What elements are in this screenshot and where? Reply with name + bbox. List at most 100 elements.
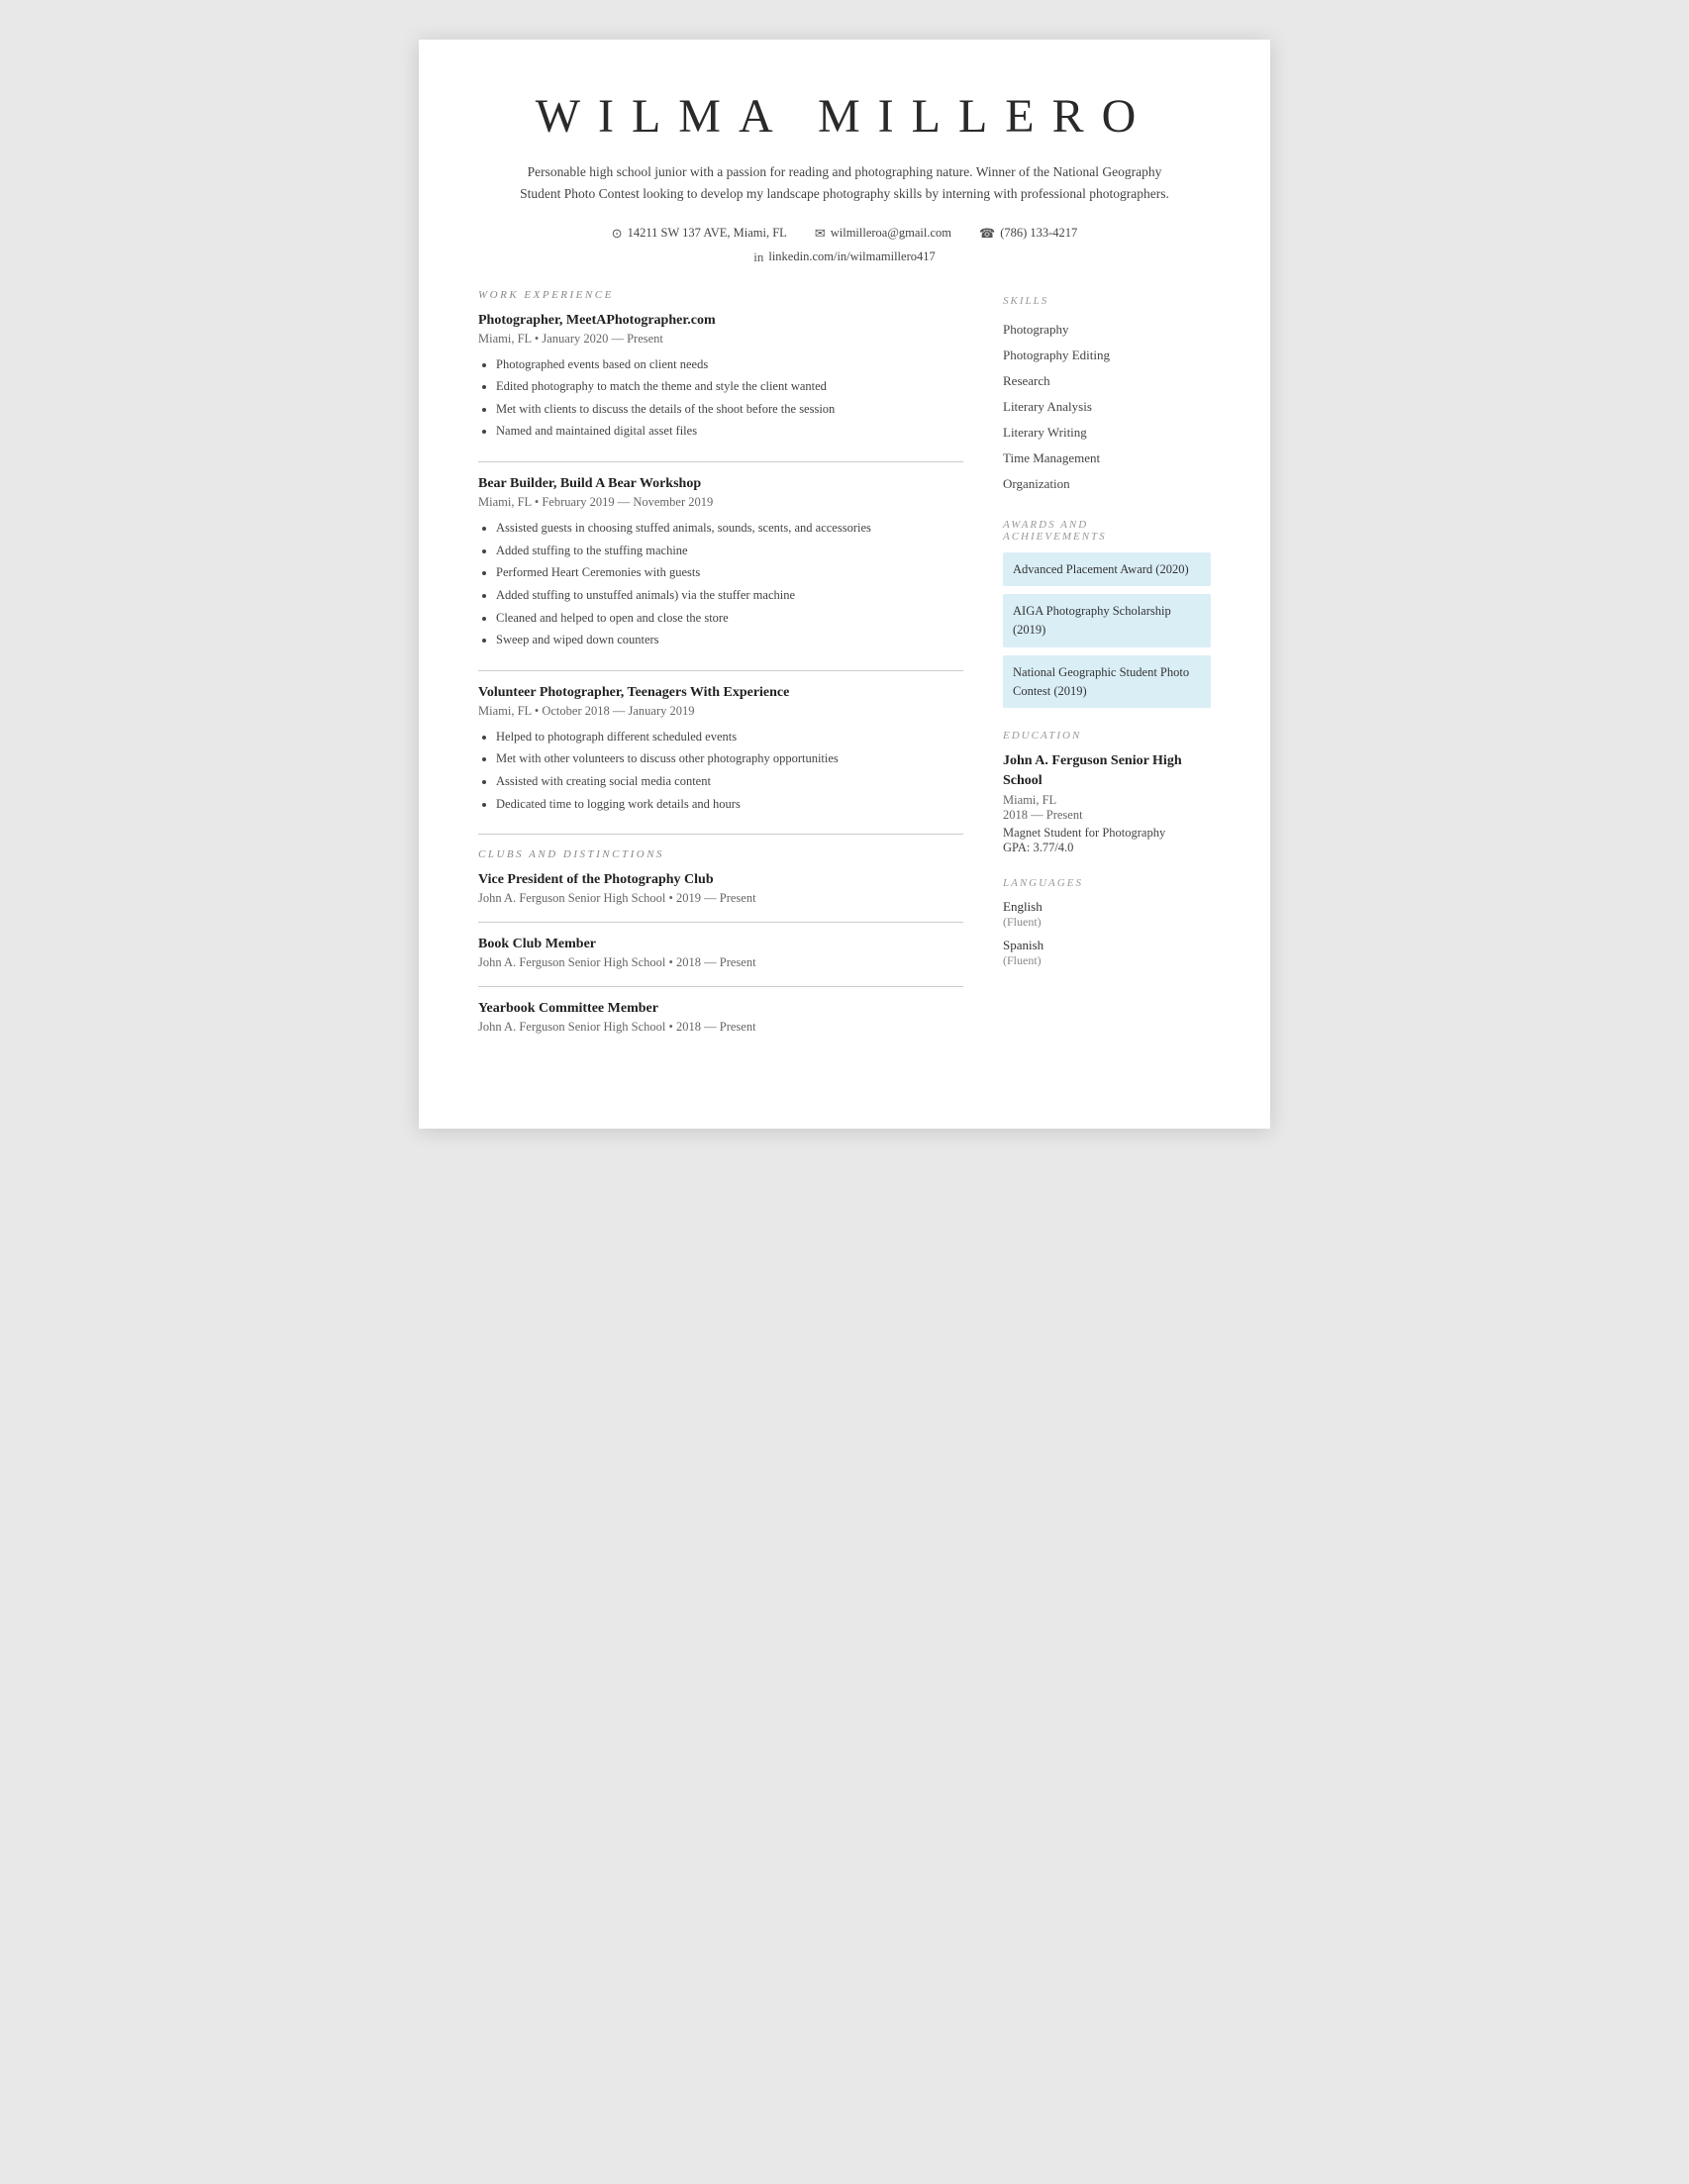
list-item: Helped to photograph different scheduled… — [496, 727, 963, 747]
languages-section: LANGUAGES English (Fluent) Spanish (Flue… — [1003, 877, 1211, 968]
club-3-title: Yearbook Committee Member — [478, 1001, 963, 1017]
award-badge-1: Advanced Placement Award (2020) — [1003, 552, 1211, 587]
school-location: Miami, FL — [1003, 793, 1211, 808]
language-1-name: English — [1003, 899, 1211, 915]
address-text: 14211 SW 137 AVE, Miami, FL — [628, 226, 787, 241]
list-item: Sweep and wiped down counters — [496, 630, 963, 650]
list-item: Edited photography to match the theme an… — [496, 376, 963, 397]
school-dates: 2018 — Present — [1003, 808, 1211, 823]
phone-icon: ☎ — [979, 226, 995, 242]
award-badge-2: AIGA Photography Scholarship (2019) — [1003, 594, 1211, 647]
job-2-location: Miami, FL — [478, 495, 532, 509]
linkedin-text: linkedin.com/in/wilmamillero417 — [768, 249, 935, 264]
education-heading: EDUCATION — [1003, 730, 1211, 742]
job-3-bullets: Helped to photograph different scheduled… — [478, 727, 963, 815]
club-3-meta: John A. Ferguson Senior High School • 20… — [478, 1020, 963, 1035]
club-3-dates: 2018 — Present — [676, 1020, 756, 1034]
skill-item: Photography Editing — [1003, 343, 1211, 368]
awards-heading: AWARDS ANDACHIEVEMENTS — [1003, 519, 1211, 543]
job-1-bullets: Photographed events based on client need… — [478, 354, 963, 443]
skills-list: Photography Photography Editing Research… — [1003, 317, 1211, 497]
job-3-location: Miami, FL — [478, 704, 532, 718]
divider — [478, 834, 963, 835]
list-item: Named and maintained digital asset files — [496, 421, 963, 442]
job-2-meta: Miami, FL • February 2019 — November 201… — [478, 495, 963, 510]
list-item: Dedicated time to logging work details a… — [496, 794, 963, 815]
awards-section: AWARDS ANDACHIEVEMENTS Advanced Placemen… — [1003, 519, 1211, 709]
language-2-level: (Fluent) — [1003, 953, 1211, 968]
list-item: Assisted guests in choosing stuffed anim… — [496, 518, 963, 539]
club-2: Book Club Member John A. Ferguson Senior… — [478, 937, 963, 970]
school-detail: Magnet Student for Photography — [1003, 826, 1211, 841]
divider — [478, 986, 963, 987]
school-gpa: GPA: 3.77/4.0 — [1003, 841, 1211, 855]
linkedin-icon: in — [753, 249, 763, 265]
divider — [478, 922, 963, 923]
address-item: ⊙ 14211 SW 137 AVE, Miami, FL — [612, 226, 787, 242]
phone-text: (786) 133-4217 — [1000, 226, 1077, 241]
skill-item: Literary Analysis — [1003, 394, 1211, 420]
club-2-dates: 2018 — Present — [676, 955, 756, 969]
school-name: John A. Ferguson Senior High School — [1003, 751, 1211, 790]
list-item: Assisted with creating social media cont… — [496, 771, 963, 792]
list-item: Performed Heart Ceremonies with guests — [496, 562, 963, 583]
club-1-title: Vice President of the Photography Club — [478, 872, 963, 888]
email-icon: ✉ — [815, 226, 826, 242]
body-layout: WORK EXPERIENCE Photographer, MeetAPhoto… — [478, 289, 1211, 1051]
club-3: Yearbook Committee Member John A. Fergus… — [478, 1001, 963, 1035]
job-3-title: Volunteer Photographer, Teenagers With E… — [478, 685, 963, 701]
divider — [478, 461, 963, 462]
education-section: EDUCATION John A. Ferguson Senior High S… — [1003, 730, 1211, 855]
job-1-dates: January 2020 — Present — [542, 332, 663, 346]
job-2-dates: February 2019 — November 2019 — [542, 495, 713, 509]
work-experience-heading: WORK EXPERIENCE — [478, 289, 963, 301]
job-1-title: Photographer, MeetAPhotographer.com — [478, 313, 963, 329]
skill-item: Organization — [1003, 471, 1211, 497]
left-column: WORK EXPERIENCE Photographer, MeetAPhoto… — [478, 289, 963, 1051]
summary-text: Personable high school junior with a pas… — [508, 161, 1181, 206]
club-1-dates: 2019 — Present — [676, 891, 756, 905]
languages-heading: LANGUAGES — [1003, 877, 1211, 889]
email-item: ✉ wilmilleroa@gmail.com — [815, 226, 951, 242]
club-1-meta: John A. Ferguson Senior High School • 20… — [478, 891, 963, 906]
club-1: Vice President of the Photography Club J… — [478, 872, 963, 906]
candidate-name: WILMA MILLERO — [478, 89, 1211, 144]
job-2-bullets: Assisted guests in choosing stuffed anim… — [478, 518, 963, 650]
list-item: Cleaned and helped to open and close the… — [496, 608, 963, 629]
list-item: Photographed events based on client need… — [496, 354, 963, 375]
linkedin-row: in linkedin.com/in/wilmamillero417 — [478, 249, 1211, 265]
location-icon: ⊙ — [612, 226, 623, 242]
list-item: Added stuffing to the stuffing machine — [496, 541, 963, 561]
list-item: Added stuffing to unstuffed animals) via… — [496, 585, 963, 606]
award-badge-3: National Geographic Student Photo Contes… — [1003, 655, 1211, 709]
email-text: wilmilleroa@gmail.com — [831, 226, 951, 241]
job-2: Bear Builder, Build A Bear Workshop Miam… — [478, 476, 963, 650]
right-column: SKILLS Photography Photography Editing R… — [1003, 289, 1211, 1051]
job-1-location: Miami, FL — [478, 332, 532, 346]
club-2-org: John A. Ferguson Senior High School — [478, 955, 665, 969]
resume-header: WILMA MILLERO Personable high school jun… — [478, 89, 1211, 265]
skill-item: Research — [1003, 368, 1211, 394]
job-3-dates: October 2018 — January 2019 — [542, 704, 694, 718]
phone-item: ☎ (786) 133-4217 — [979, 226, 1077, 242]
skill-item: Literary Writing — [1003, 420, 1211, 446]
job-2-title: Bear Builder, Build A Bear Workshop — [478, 476, 963, 492]
club-2-meta: John A. Ferguson Senior High School • 20… — [478, 955, 963, 970]
club-3-org: John A. Ferguson Senior High School — [478, 1020, 665, 1034]
job-1-meta: Miami, FL • January 2020 — Present — [478, 332, 963, 347]
language-1-level: (Fluent) — [1003, 915, 1211, 930]
resume-document: WILMA MILLERO Personable high school jun… — [419, 40, 1270, 1129]
skills-heading: SKILLS — [1003, 295, 1211, 307]
contact-row: ⊙ 14211 SW 137 AVE, Miami, FL ✉ wilmille… — [478, 226, 1211, 242]
club-1-org: John A. Ferguson Senior High School — [478, 891, 665, 905]
language-2-name: Spanish — [1003, 938, 1211, 953]
job-3-meta: Miami, FL • October 2018 — January 2019 — [478, 704, 963, 719]
job-1: Photographer, MeetAPhotographer.com Miam… — [478, 313, 963, 443]
job-3: Volunteer Photographer, Teenagers With E… — [478, 685, 963, 815]
divider — [478, 670, 963, 671]
clubs-heading: CLUBS AND DISTINCTIONS — [478, 848, 963, 860]
club-2-title: Book Club Member — [478, 937, 963, 952]
skill-item: Photography — [1003, 317, 1211, 343]
list-item: Met with other volunteers to discuss oth… — [496, 748, 963, 769]
skill-item: Time Management — [1003, 446, 1211, 471]
